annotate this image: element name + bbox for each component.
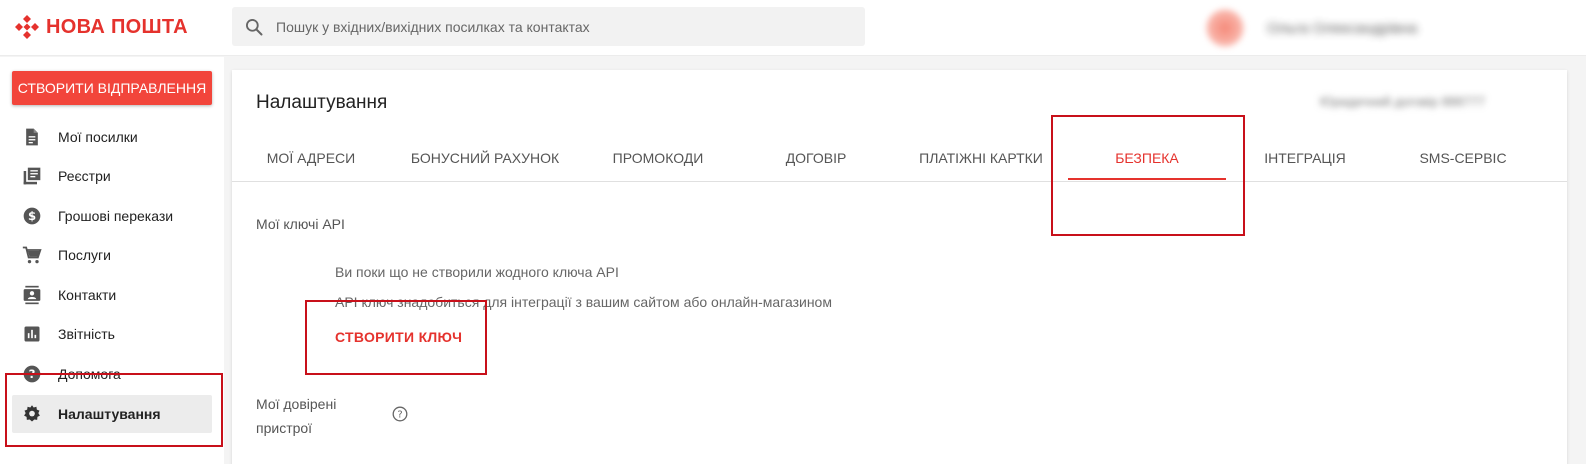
tab-payment-cards[interactable]: ПЛАТІЖНІ КАРТКИ (902, 134, 1060, 181)
top-bar: НОВА ПОШТА Ольга Олександрівна (0, 0, 1586, 56)
settings-tabs: МОЇ АДРЕСИ БОНУСНИЙ РАХУНОК ПРОМОКОДИ ДО… (232, 134, 1567, 182)
sidebar-item-label: Грошові перекази (58, 208, 174, 224)
sidebar-item-label: Звітність (58, 326, 115, 342)
sidebar-item-contacts[interactable]: Контакти (12, 276, 212, 314)
tab-sms-service[interactable]: SMS-СЕРВІС (1384, 134, 1542, 181)
annotation-box-settings (5, 373, 223, 447)
user-name: Ольга Олександрівна (1267, 19, 1418, 37)
tab-bonus-account[interactable]: БОНУСНИЙ РАХУНОК (406, 134, 564, 181)
document-icon (12, 118, 52, 156)
search-bar (232, 7, 865, 46)
page-title: Налаштування (256, 92, 388, 113)
cart-icon (12, 236, 52, 274)
sidebar-item-label: Мої посилки (58, 129, 138, 145)
help-circle-icon[interactable]: ? (392, 406, 408, 422)
contacts-icon (12, 276, 52, 314)
avatar[interactable] (1205, 8, 1245, 48)
tab-promo-codes[interactable]: ПРОМОКОДИ (579, 134, 737, 181)
sidebar-item-my-parcels[interactable]: Мої посилки (12, 118, 212, 156)
brand-name: НОВА ПОШТА (46, 15, 188, 38)
svg-text:$: $ (28, 209, 36, 223)
tab-integration[interactable]: ІНТЕГРАЦІЯ (1226, 134, 1384, 181)
chart-icon (12, 315, 52, 353)
trusted-devices-label: Мої довірені пристрої (256, 396, 337, 436)
api-keys-label: Мої ключі API (256, 216, 345, 232)
user-menu[interactable]: Ольга Олександрівна (1205, 8, 1565, 48)
sidebar-item-reports[interactable]: Звітність (12, 315, 212, 353)
svg-text:?: ? (397, 410, 402, 421)
sidebar-item-registries[interactable]: Реєстри (12, 157, 212, 195)
dollar-icon: $ (12, 197, 52, 235)
settings-card: Налаштування Юридичний договір 888777 МО… (232, 70, 1567, 464)
sidebar-item-money-transfers[interactable]: $ Грошові перекази (12, 197, 212, 235)
search-input[interactable] (276, 18, 836, 35)
tab-my-addresses[interactable]: МОЇ АДРЕСИ (232, 134, 390, 181)
api-empty-message: Ви поки що не створили жодного ключа API (335, 264, 619, 280)
annotation-box-create-key (305, 300, 487, 375)
sidebar-item-label: Контакти (58, 287, 117, 303)
sidebar-item-label: Послуги (58, 247, 111, 263)
annotation-box-security-tab (1051, 115, 1245, 236)
sidebar-item-label: Реєстри (58, 168, 111, 184)
sidebar-item-services[interactable]: Послуги (12, 236, 212, 274)
create-shipment-button[interactable]: СТВОРИТИ ВІДПРАВЛЕННЯ (12, 71, 212, 105)
tab-contract[interactable]: ДОГОВІР (737, 134, 895, 181)
registry-icon (12, 157, 52, 195)
brand-logo[interactable]: НОВА ПОШТА (14, 14, 188, 40)
contract-info: Юридичний договір 888777 (1320, 94, 1486, 109)
search-icon[interactable] (232, 7, 276, 46)
nova-poshta-logo-icon (14, 14, 40, 40)
